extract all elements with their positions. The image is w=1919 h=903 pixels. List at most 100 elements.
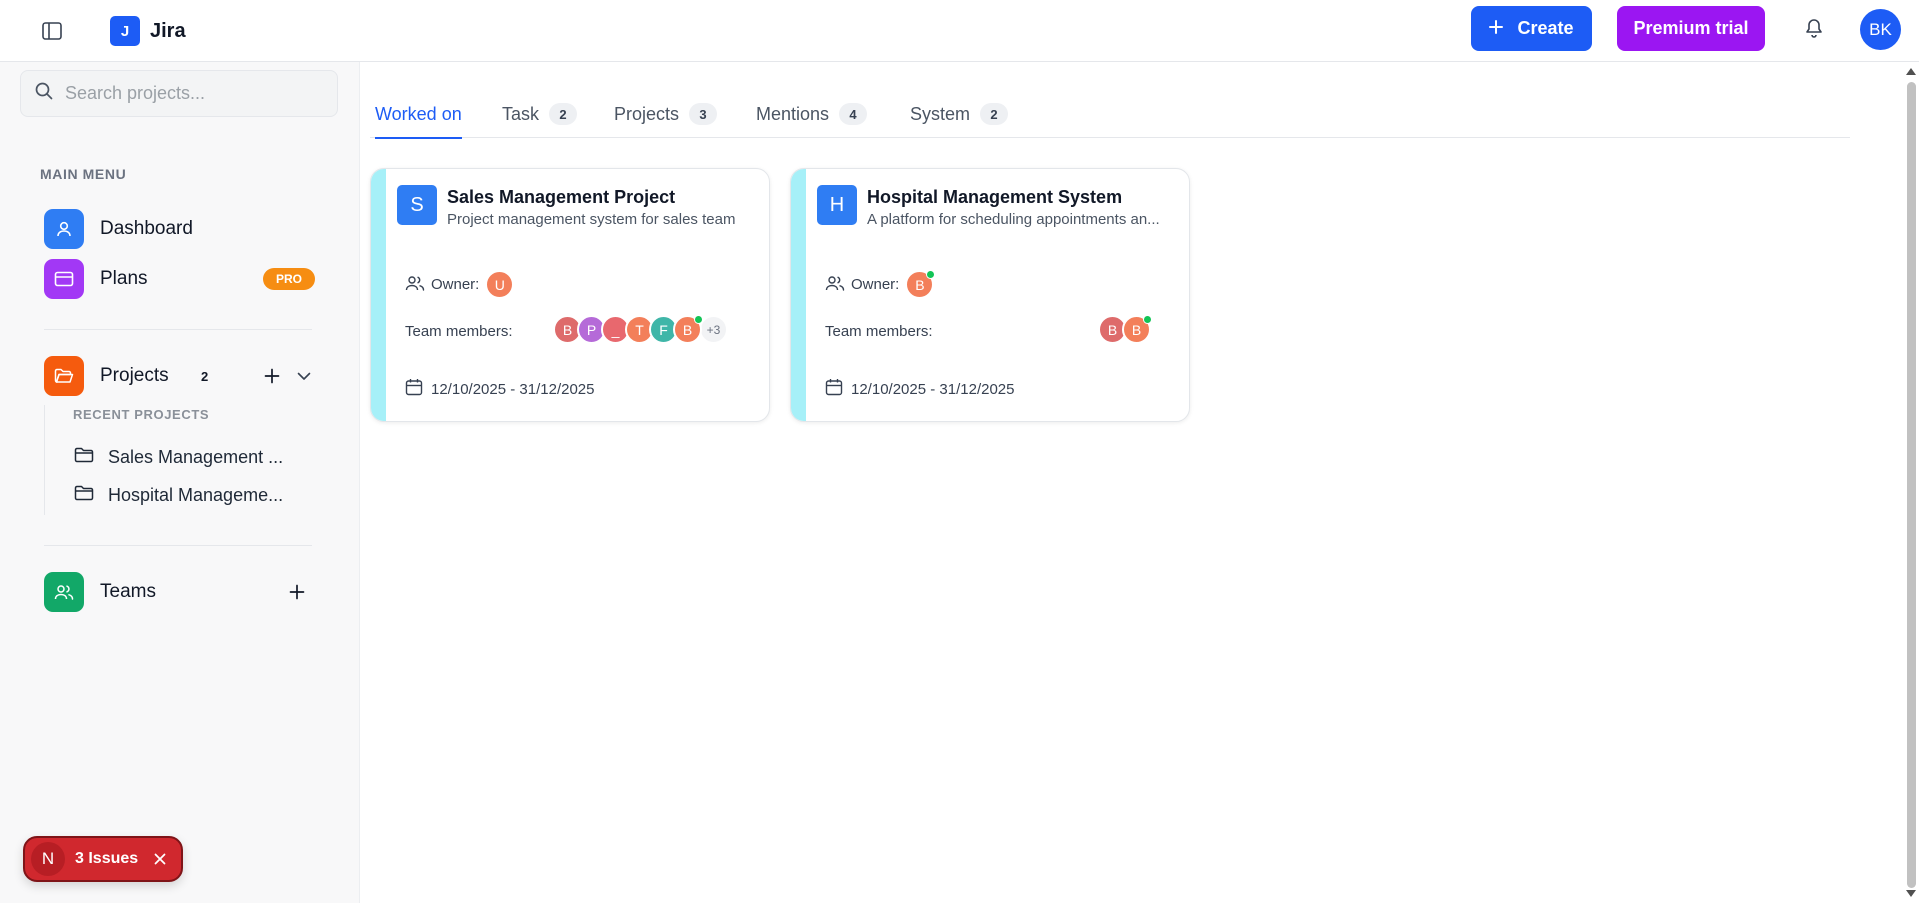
issues-avatar: N	[31, 842, 65, 876]
tab-label: Task	[502, 103, 540, 124]
owner-row: Owner: U	[405, 270, 515, 299]
card-accent-strip	[371, 169, 386, 421]
folder-open-icon	[44, 356, 84, 396]
team-avatars: B B	[1098, 315, 1152, 344]
online-dot	[926, 270, 936, 279]
owner-avatar[interactable]: U	[485, 270, 515, 299]
project-title: Sales Management Project	[447, 187, 676, 207]
projects-count-badge: 2	[201, 368, 209, 384]
chevron-down-icon[interactable]	[292, 364, 316, 388]
user-icon	[44, 209, 84, 249]
search-icon	[35, 82, 53, 105]
team-avatar-online[interactable]: B	[673, 315, 703, 344]
calendar-icon	[405, 378, 423, 400]
bell-icon[interactable]	[1802, 16, 1826, 40]
premium-trial-button[interactable]: Premium trial	[1617, 6, 1765, 51]
tab-label: System	[910, 103, 971, 124]
project-dates: 12/10/2025 - 31/12/2025	[431, 380, 595, 398]
team-avatar-initial: B	[1131, 321, 1142, 338]
date-row: 12/10/2025 - 31/12/2025	[825, 378, 1014, 400]
scroll-thumb[interactable]	[1907, 82, 1916, 888]
main-menu-title: MAIN MENU	[40, 166, 127, 182]
sidebar: MAIN MENU Dashboard Plans PRO Projects 2…	[0, 62, 360, 903]
project-title: Hospital Management System	[867, 187, 1123, 207]
project-description: Project management system for sales team	[447, 211, 736, 228]
teams-label: Teams	[100, 581, 156, 602]
project-description: A platform for scheduling appointments a…	[867, 211, 1160, 228]
projects-label: Projects	[100, 365, 169, 386]
tab-system[interactable]: System 2	[910, 90, 1009, 138]
project-avatar: H	[817, 185, 857, 225]
scroll-up-icon[interactable]	[1906, 68, 1916, 75]
project-dates: 12/10/2025 - 31/12/2025	[851, 380, 1015, 398]
sidebar-item-projects[interactable]: Projects 2	[44, 356, 217, 396]
date-row: 12/10/2025 - 31/12/2025	[405, 378, 594, 400]
page-scrollbar[interactable]	[1903, 62, 1919, 903]
dashboard-label: Dashboard	[100, 218, 193, 239]
users-icon	[825, 275, 845, 295]
recent-project-label: Sales Management ...	[108, 447, 284, 467]
card-accent-strip	[791, 169, 806, 421]
team-avatar-initial: B	[682, 321, 693, 338]
team-avatar-online[interactable]: B	[1122, 315, 1152, 344]
online-dot	[694, 315, 703, 324]
recent-project-label: Hospital Manageme...	[108, 485, 284, 505]
issues-label: 3 Issues	[75, 850, 139, 867]
owner-avatar-online[interactable]: B	[905, 270, 936, 299]
tab-task[interactable]: Task 2	[502, 90, 578, 138]
tab-count-badge: 4	[839, 103, 868, 125]
tab-mentions[interactable]: Mentions 4	[756, 90, 868, 138]
search-input[interactable]	[65, 83, 305, 104]
divider	[44, 329, 312, 330]
top-bar: J Jira Create Premium trial BK	[0, 0, 1919, 62]
owner-label: Owner:	[431, 276, 480, 293]
recent-projects-line	[44, 405, 45, 515]
tab-label: Worked on	[375, 103, 462, 124]
create-button[interactable]: Create	[1471, 6, 1592, 51]
issues-badge[interactable]: N 3 Issues	[23, 836, 183, 882]
tab-count-badge: 2	[549, 103, 578, 125]
calendar-icon	[825, 378, 843, 400]
recent-project-item[interactable]: Sales Management ...	[74, 447, 283, 468]
plans-label: Plans	[100, 268, 148, 289]
app-logo[interactable]: J Jira	[110, 16, 186, 46]
tab-label: Projects	[614, 103, 680, 124]
plus-icon	[1489, 18, 1504, 39]
team-members-label: Team members:	[825, 323, 933, 340]
tab-bar: Worked on Task 2 Projects 3 Mentions 4 S…	[370, 90, 1850, 139]
add-team-icon[interactable]	[285, 580, 309, 604]
user-avatar[interactable]: BK	[1860, 9, 1901, 50]
create-label: Create	[1517, 18, 1574, 38]
sidebar-item-teams[interactable]: Teams	[44, 572, 156, 612]
recent-projects-title: RECENT PROJECTS	[73, 407, 210, 422]
credit-card-icon	[44, 259, 84, 299]
more-members-badge[interactable]: +3	[699, 315, 728, 344]
app-name: Jira	[150, 19, 186, 42]
users-icon	[44, 572, 84, 612]
sidebar-item-plans[interactable]: Plans	[44, 259, 148, 299]
recent-project-item[interactable]: Hospital Manageme...	[74, 485, 283, 506]
pro-badge: PRO	[263, 268, 315, 290]
online-dot	[1143, 315, 1152, 324]
scroll-down-icon[interactable]	[1906, 890, 1916, 897]
project-card[interactable]: S Sales Management Project Project manag…	[370, 168, 770, 422]
owner-label: Owner:	[851, 276, 900, 293]
project-card[interactable]: H Hospital Management System A platform …	[790, 168, 1190, 422]
logo-badge: J	[110, 16, 140, 46]
tab-projects[interactable]: Projects 3	[614, 90, 718, 138]
add-project-icon[interactable]	[260, 364, 284, 388]
tab-count-badge: 3	[689, 103, 718, 125]
owner-initial: B	[915, 276, 925, 293]
sidebar-toggle-icon[interactable]	[40, 19, 64, 43]
tab-worked-on[interactable]: Worked on	[375, 90, 462, 139]
team-members-label: Team members:	[405, 323, 513, 340]
search-box[interactable]	[20, 70, 338, 117]
tab-label: Mentions	[756, 103, 830, 124]
sidebar-item-dashboard[interactable]: Dashboard	[44, 209, 193, 249]
team-avatars: B P _ T F B +3	[553, 315, 728, 344]
close-icon[interactable]	[154, 853, 166, 865]
project-avatar: S	[397, 185, 437, 225]
folder-icon	[74, 485, 94, 506]
owner-row: Owner: B	[825, 270, 936, 299]
tab-count-badge: 2	[980, 103, 1009, 125]
